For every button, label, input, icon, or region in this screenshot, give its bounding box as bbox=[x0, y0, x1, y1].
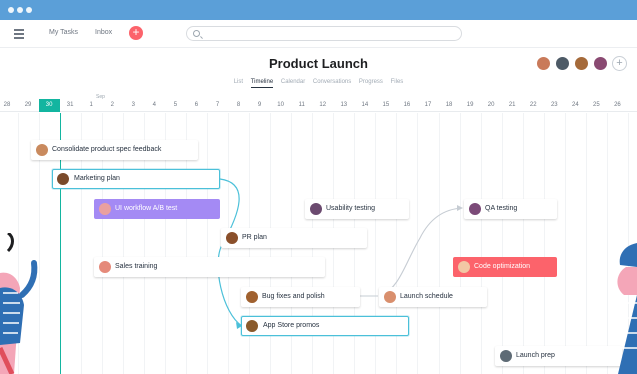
assignee-avatar bbox=[57, 173, 69, 185]
task-bar[interactable]: UI workflow A/B test bbox=[94, 199, 220, 219]
day-label: 28 bbox=[3, 102, 11, 108]
day-label: 4 bbox=[152, 102, 157, 108]
task-bar[interactable]: Bug fixes and polish bbox=[241, 287, 360, 307]
task-name: Launch prep bbox=[516, 352, 555, 359]
hamburger-menu-icon[interactable] bbox=[14, 29, 24, 39]
day-label: 23 bbox=[550, 102, 558, 108]
tab-progress[interactable]: Progress bbox=[359, 79, 383, 87]
dependency-arrow-icon bbox=[457, 205, 463, 211]
day-label: 11 bbox=[298, 102, 305, 108]
day-label: 24 bbox=[572, 102, 579, 108]
member-avatar[interactable] bbox=[574, 56, 589, 71]
add-member-button[interactable]: + bbox=[612, 56, 627, 71]
nav-my-tasks[interactable]: My Tasks bbox=[49, 29, 78, 36]
day-label: 30 bbox=[38, 99, 60, 112]
task-name: Consolidate product spec feedback bbox=[52, 146, 162, 153]
person-illustration-right bbox=[617, 243, 637, 374]
task-bar[interactable]: App Store promos bbox=[241, 316, 409, 336]
day-label: 22 bbox=[529, 102, 537, 108]
day-label: 17 bbox=[424, 102, 432, 108]
assignee-avatar bbox=[310, 203, 322, 215]
day-label: 1 bbox=[89, 102, 93, 108]
dependency-line bbox=[217, 178, 243, 327]
top-bar: My Tasks Inbox + bbox=[0, 20, 637, 48]
tab-conversations[interactable]: Conversations bbox=[313, 79, 351, 87]
window-dot-minimize[interactable] bbox=[17, 7, 23, 13]
task-name: PR plan bbox=[242, 234, 267, 241]
task-name: Code optimization bbox=[474, 263, 531, 270]
task-name: Launch schedule bbox=[400, 293, 453, 300]
task-bar[interactable]: Usability testing bbox=[305, 199, 409, 219]
tab-list[interactable]: List bbox=[234, 79, 243, 87]
search-input[interactable] bbox=[186, 26, 462, 41]
day-label: 13 bbox=[340, 102, 348, 108]
assignee-avatar bbox=[246, 320, 258, 332]
day-label: 16 bbox=[403, 102, 411, 108]
task-bar[interactable]: Launch prep bbox=[495, 346, 622, 366]
day-label: 9 bbox=[257, 102, 262, 108]
day-label: 5 bbox=[173, 102, 178, 108]
assignee-avatar bbox=[246, 291, 258, 303]
task-bar[interactable]: Launch schedule bbox=[379, 287, 487, 307]
day-label: 25 bbox=[593, 102, 600, 108]
task-name: Usability testing bbox=[326, 205, 376, 212]
search-icon bbox=[193, 30, 200, 37]
window-dot-close[interactable] bbox=[8, 7, 14, 13]
assignee-avatar bbox=[99, 261, 111, 273]
app-window: My Tasks Inbox + Product Launch + List T… bbox=[0, 20, 637, 374]
day-label: 14 bbox=[361, 102, 369, 108]
assignee-avatar bbox=[500, 350, 512, 362]
day-label: 3 bbox=[131, 102, 135, 108]
day-label: 31 bbox=[66, 102, 74, 108]
view-tabs: List Timeline Calendar Conversations Pro… bbox=[0, 79, 637, 88]
tab-timeline[interactable]: Timeline bbox=[250, 79, 274, 88]
task-bar[interactable]: Consolidate product spec feedback bbox=[31, 140, 198, 160]
day-label: 19 bbox=[466, 102, 474, 108]
assignee-avatar bbox=[226, 232, 238, 244]
task-name: UI workflow A/B test bbox=[115, 205, 178, 212]
day-label: 18 bbox=[445, 102, 453, 108]
task-name: App Store promos bbox=[263, 322, 320, 329]
assignee-avatar bbox=[99, 203, 111, 215]
assignee-avatar bbox=[469, 203, 481, 215]
timeline-grid: Consolidate product spec feedback Market… bbox=[0, 113, 637, 374]
task-bar[interactable]: Marketing plan bbox=[52, 169, 220, 189]
day-label: 10 bbox=[277, 102, 284, 108]
task-bar[interactable]: Code optimization bbox=[453, 257, 557, 277]
day-label: 29 bbox=[24, 102, 32, 108]
task-bar[interactable]: Sales training bbox=[94, 257, 325, 277]
assignee-avatar bbox=[384, 291, 396, 303]
tab-files[interactable]: Files bbox=[391, 79, 404, 87]
day-label: 26 bbox=[614, 102, 621, 108]
task-bar[interactable]: PR plan bbox=[221, 228, 367, 248]
day-label: 7 bbox=[215, 102, 220, 108]
day-label: 20 bbox=[487, 102, 495, 108]
day-label: 6 bbox=[194, 102, 199, 108]
timeline-day-header: 28 29 30 31 1 2 3 4 5 6 7 8 9 10 11 12 13 14 15 16 17 18 19 20 2… bbox=[0, 99, 637, 112]
task-bar[interactable]: QA testing bbox=[464, 199, 557, 219]
task-name: Marketing plan bbox=[74, 175, 120, 182]
quick-add-button[interactable]: + bbox=[129, 26, 143, 40]
assignee-avatar bbox=[458, 261, 470, 273]
tab-calendar[interactable]: Calendar bbox=[281, 79, 305, 87]
assignee-avatar bbox=[36, 144, 48, 156]
day-label: 15 bbox=[382, 102, 390, 108]
nav-inbox[interactable]: Inbox bbox=[95, 29, 112, 36]
member-avatar[interactable] bbox=[536, 56, 551, 71]
task-name: QA testing bbox=[485, 205, 518, 212]
window-dot-maximize[interactable] bbox=[26, 7, 32, 13]
day-label: 2 bbox=[110, 102, 114, 108]
day-label: 8 bbox=[236, 102, 241, 108]
member-avatar[interactable] bbox=[593, 56, 608, 71]
window-titlebar bbox=[0, 0, 637, 20]
task-name: Sales training bbox=[115, 263, 158, 270]
task-name: Bug fixes and polish bbox=[262, 293, 325, 300]
member-avatar[interactable] bbox=[555, 56, 570, 71]
dependency-line bbox=[379, 207, 463, 297]
day-label: 12 bbox=[319, 102, 327, 108]
day-label: 21 bbox=[508, 102, 516, 108]
person-illustration-left bbox=[0, 233, 38, 374]
